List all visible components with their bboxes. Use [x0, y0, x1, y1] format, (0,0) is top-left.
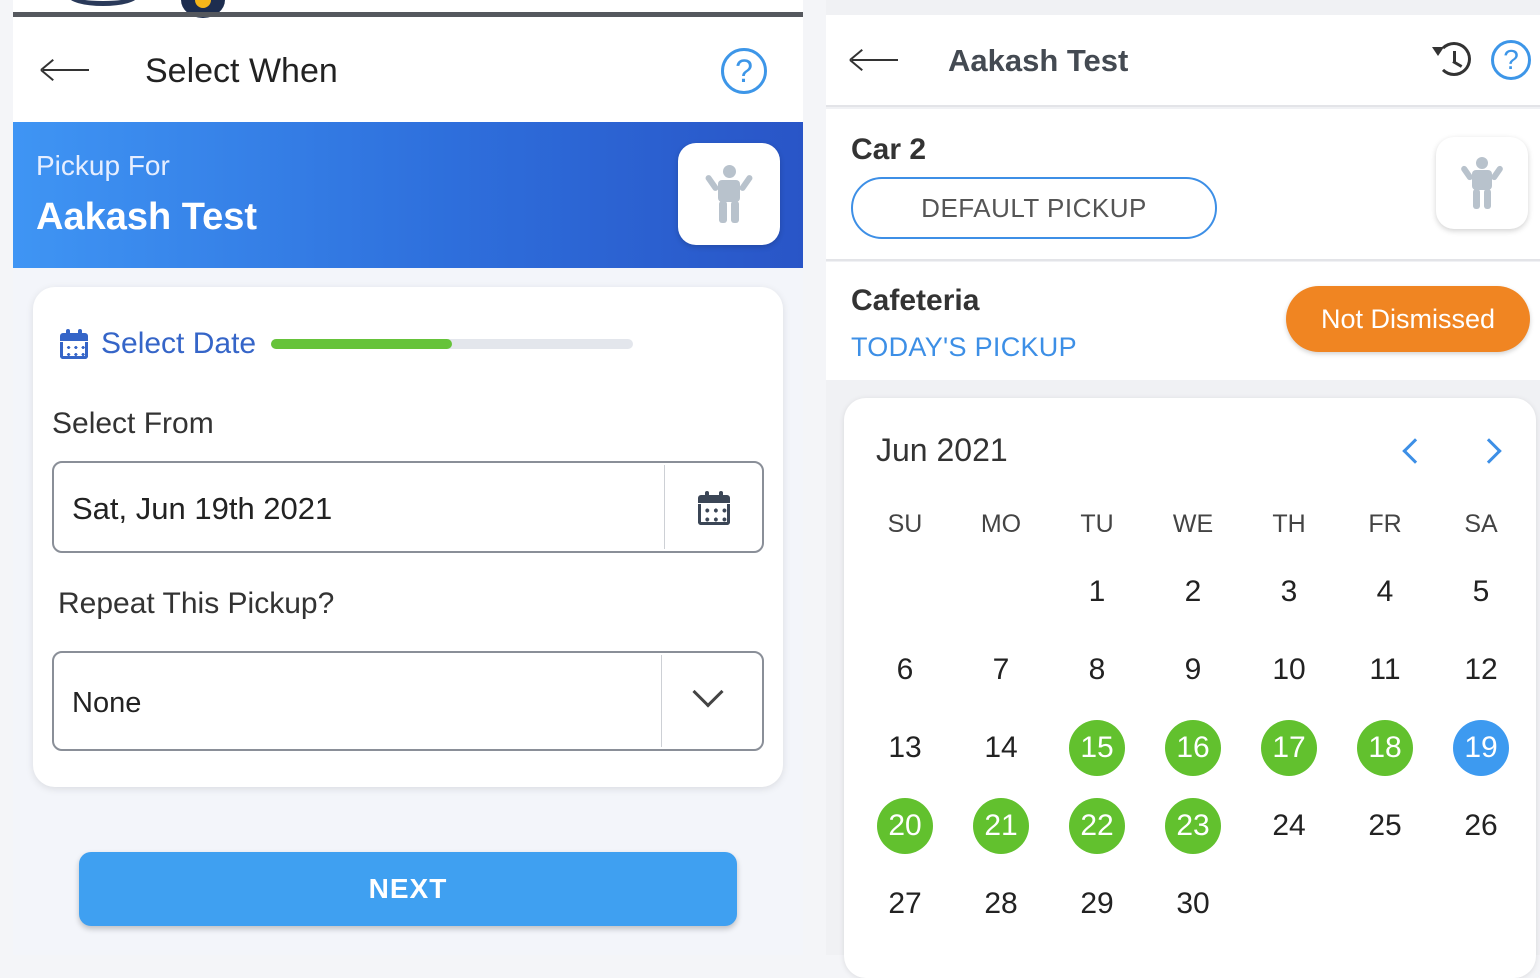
calendar-day[interactable]: 30	[1165, 876, 1221, 932]
select-when-screen: Select When ? Pickup For Aakash Test Sel…	[13, 0, 803, 955]
weekday-sa: SA	[1464, 510, 1498, 538]
location-label: Cafeteria	[851, 284, 980, 317]
chevron-right-icon[interactable]	[1476, 438, 1502, 464]
page-title: Select When	[145, 52, 338, 90]
date-selection-card: Select Date Select From Sat, Jun 19th 20…	[33, 287, 783, 787]
calendar-day[interactable]: 23	[1165, 798, 1221, 854]
todays-pickup-link[interactable]: TODAY'S PICKUP	[851, 332, 1077, 363]
weekday-tu: TU	[1080, 510, 1114, 538]
next-button[interactable]: NEXT	[79, 852, 737, 926]
banner-subtitle: Pickup For	[36, 150, 170, 181]
app-bar: Select When ?	[13, 18, 803, 122]
pickup-banner: Pickup For Aakash Test	[13, 122, 803, 268]
step-progress-bar	[271, 339, 633, 349]
calendar-day[interactable]: 4	[1357, 564, 1413, 620]
calendar-day[interactable]: 25	[1357, 798, 1413, 854]
car-label: Car 2	[851, 133, 927, 166]
calendar-day[interactable]: 6	[877, 642, 933, 698]
back-arrow-icon[interactable]	[849, 48, 898, 72]
weekday-su: SU	[887, 510, 923, 538]
calendar-day[interactable]: 29	[1069, 876, 1125, 932]
select-from-date-field[interactable]: Sat, Jun 19th 2021	[52, 461, 764, 553]
weekday-mo: MO	[980, 510, 1022, 538]
step-progress-fill	[271, 339, 452, 349]
select-from-label: Select From	[52, 407, 214, 440]
calendar-picker-icon[interactable]	[698, 491, 730, 525]
calendar-day[interactable]: 8	[1069, 642, 1125, 698]
calendar-day[interactable]: 19	[1453, 720, 1509, 776]
dismissal-status-badge: Not Dismissed	[1286, 286, 1530, 352]
calendar-month: Jun 2021	[876, 432, 1008, 468]
select-from-value: Sat, Jun 19th 2021	[72, 491, 333, 526]
calendar-day[interactable]: 26	[1453, 798, 1509, 854]
calendar-day[interactable]: 12	[1453, 642, 1509, 698]
weekday-th: TH	[1272, 510, 1306, 538]
calendar-day[interactable]: 27	[877, 876, 933, 932]
calendar-day[interactable]: 15	[1069, 720, 1125, 776]
help-icon[interactable]: ?	[1491, 40, 1531, 80]
chevron-down-icon[interactable]	[692, 676, 724, 708]
calendar: Jun 2021 SU MO TU WE TH FR SA 1 2 3 4 5 6 7 8 9 10 11 12 13…	[844, 398, 1536, 978]
app-bar-right: Aakash Test ?	[826, 15, 1540, 107]
default-pickup-button[interactable]: DEFAULT PICKUP	[851, 177, 1217, 239]
student-name: Aakash Test	[36, 196, 258, 238]
weekday-fr: FR	[1368, 510, 1402, 538]
calendar-day[interactable]: 24	[1261, 798, 1317, 854]
weekday-we: WE	[1172, 510, 1214, 538]
calendar-day[interactable]: 14	[973, 720, 1029, 776]
repeat-value: None	[72, 687, 142, 719]
calendar-day[interactable]: 7	[973, 642, 1029, 698]
calendar-day[interactable]: 20	[877, 798, 933, 854]
back-arrow-icon[interactable]	[40, 58, 89, 82]
calendar-day[interactable]: 11	[1357, 642, 1413, 698]
calendar-icon	[60, 329, 88, 359]
calendar-day[interactable]: 16	[1165, 720, 1221, 776]
repeat-label: Repeat This Pickup?	[58, 587, 335, 620]
calendar-day[interactable]: 18	[1357, 720, 1413, 776]
calendar-day[interactable]: 5	[1453, 564, 1509, 620]
student-pickup-screen: Aakash Test ? Car 2 DEFAULT PICKUP Cafet…	[826, 0, 1540, 978]
logo-arc-icon	[68, 0, 138, 6]
calendar-day[interactable]: 28	[973, 876, 1029, 932]
repeat-select[interactable]: None	[52, 651, 764, 751]
help-icon[interactable]: ?	[721, 48, 767, 94]
child-icon	[704, 165, 754, 223]
calendar-day[interactable]: 9	[1165, 642, 1221, 698]
calendar-day[interactable]: 22	[1069, 798, 1125, 854]
top-divider	[13, 12, 803, 17]
history-icon[interactable]	[1432, 42, 1471, 76]
top-status-strip	[13, 0, 803, 18]
calendar-day[interactable]: 10	[1261, 642, 1317, 698]
step-label: Select Date	[101, 327, 257, 360]
calendar-day[interactable]: 1	[1069, 564, 1125, 620]
calendar-day[interactable]: 21	[973, 798, 1029, 854]
page-title-right: Aakash Test	[948, 43, 1129, 78]
student-avatar	[678, 143, 780, 245]
calendar-day[interactable]: 2	[1165, 564, 1221, 620]
calendar-day[interactable]: 17	[1261, 720, 1317, 776]
student-avatar	[1436, 137, 1528, 229]
location-section: Cafeteria TODAY'S PICKUP Not Dismissed	[826, 262, 1540, 380]
calendar-day[interactable]: 3	[1261, 564, 1317, 620]
calendar-day[interactable]: 13	[877, 720, 933, 776]
car-section: Car 2 DEFAULT PICKUP	[826, 109, 1540, 261]
chevron-left-icon[interactable]	[1402, 438, 1428, 464]
child-icon	[1459, 157, 1505, 209]
